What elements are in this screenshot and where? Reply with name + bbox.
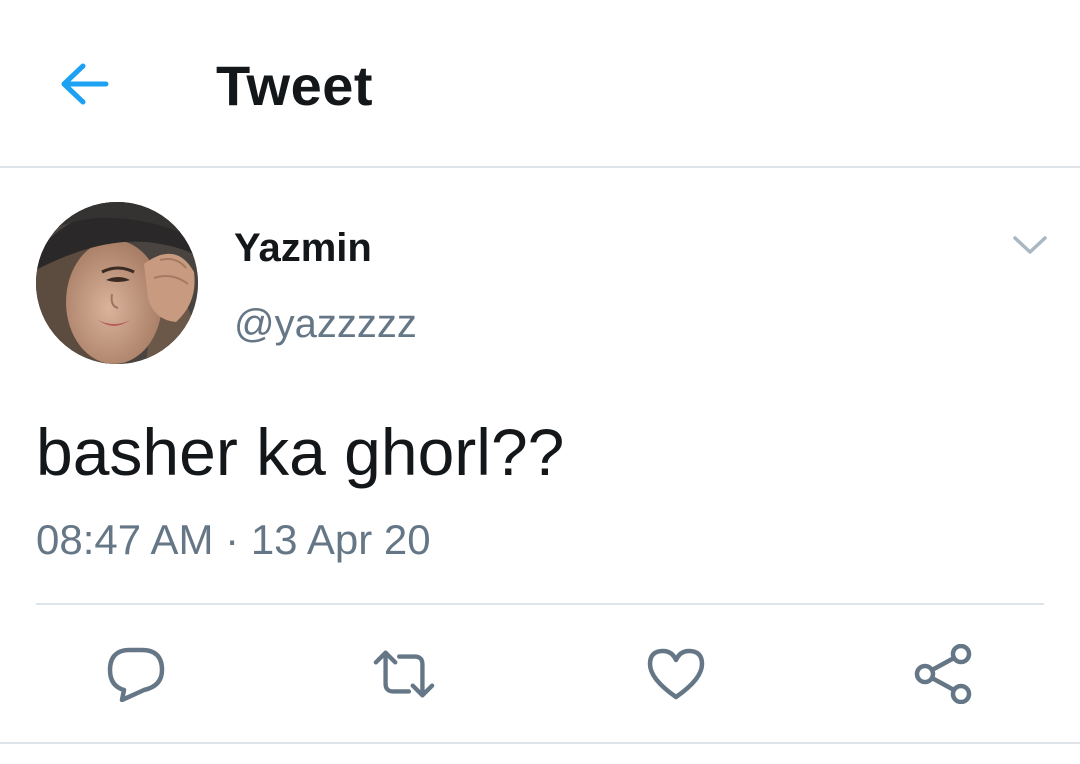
retweet-icon xyxy=(373,650,435,698)
chevron-down-icon xyxy=(1013,236,1047,254)
heart-icon xyxy=(647,648,705,700)
tweet-options-button[interactable] xyxy=(1004,224,1056,268)
tweet-time: 08:47 AM xyxy=(36,516,214,563)
avatar[interactable] xyxy=(36,202,198,364)
back-button[interactable] xyxy=(52,52,116,116)
profile-photo xyxy=(36,202,198,364)
timestamp-separator: · xyxy=(225,516,240,563)
tweet-detail-screen: Tweet Yazmin @yazzzzz basher ka ghorl?? … xyxy=(0,0,1080,764)
divider xyxy=(36,603,1044,605)
bottom-divider xyxy=(0,742,1080,744)
top-app-bar: Tweet xyxy=(0,0,1080,168)
tweet-text: basher ka ghorl?? xyxy=(36,415,565,489)
tweet-action-bar xyxy=(0,606,1080,742)
reply-button[interactable] xyxy=(104,642,168,706)
tweet-date: 13 Apr 20 xyxy=(250,516,431,563)
arrow-left-icon xyxy=(61,63,109,105)
share-icon xyxy=(914,644,972,704)
like-button[interactable] xyxy=(644,642,708,706)
retweet-button[interactable] xyxy=(372,642,436,706)
tweet-timestamp: 08:47 AM · 13 Apr 20 xyxy=(36,514,431,566)
author-display-name[interactable]: Yazmin xyxy=(234,224,372,272)
share-button[interactable] xyxy=(912,642,976,706)
author-handle[interactable]: @yazzzzz xyxy=(234,300,417,348)
page-title: Tweet xyxy=(216,54,374,117)
reply-icon xyxy=(107,647,165,702)
